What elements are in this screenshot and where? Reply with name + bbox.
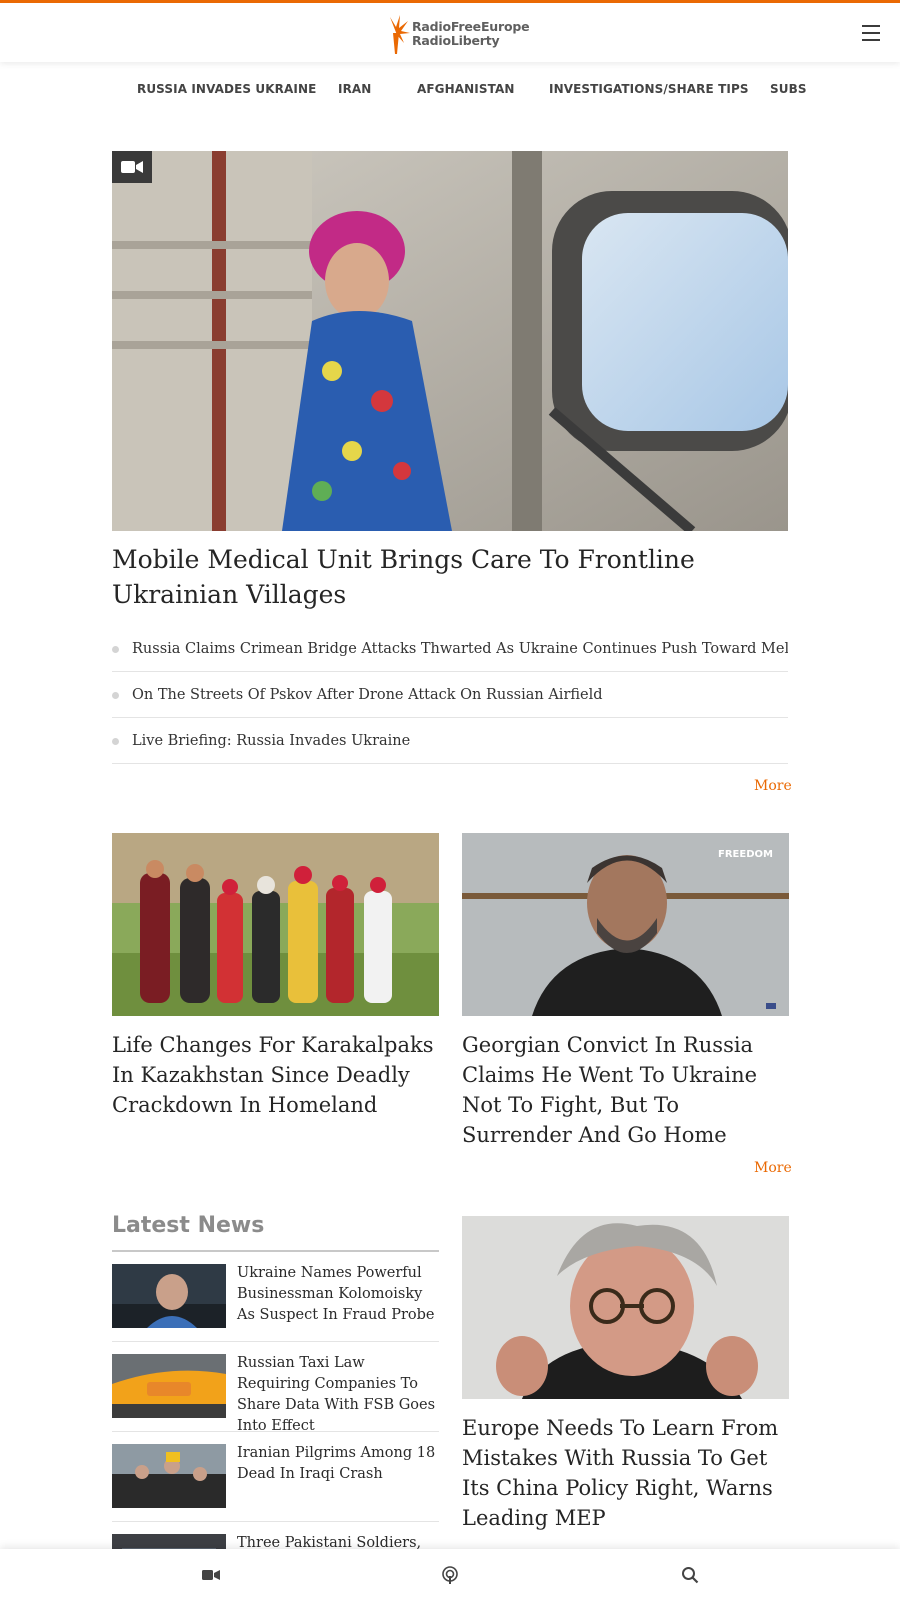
nav-item-russia-invades-ukraine[interactable]: RUSSIA INVADES UKRAINE (137, 82, 316, 96)
nav-item-subs[interactable]: SUBS (770, 82, 807, 96)
list-item[interactable]: Live Briefing: Russia Invades Ukraine (112, 718, 788, 764)
hamburger-icon[interactable] (862, 25, 880, 41)
podcast-icon[interactable] (439, 1564, 461, 1586)
news-thumbnail (112, 1264, 226, 1328)
video-camera-icon (112, 151, 152, 183)
video-camera-icon[interactable] (200, 1564, 222, 1586)
card-image[interactable] (112, 833, 439, 1016)
nav-item-iran[interactable]: IRAN (338, 82, 371, 96)
logo-line-1: RadioFreeEurope (412, 19, 530, 34)
list-item[interactable]: Ukraine Names Powerful Businessman Kolom… (112, 1252, 439, 1342)
torch-logo-icon (390, 15, 410, 54)
related-title: Russia Claims Crimean Bridge Attacks Thw… (132, 641, 788, 657)
related-title: Live Briefing: Russia Invades Ukraine (132, 733, 411, 749)
related-list: Russia Claims Crimean Bridge Attacks Thw… (112, 626, 788, 764)
news-thumbnail (112, 1354, 226, 1418)
related-title: On The Streets Of Pskov After Drone Atta… (132, 687, 603, 703)
logo-text: RadioFreeEurope RadioLiberty (412, 19, 530, 48)
card-title[interactable]: Life Changes For Karakalpaks In Kazakhst… (112, 1030, 439, 1120)
news-title: Ukraine Names Powerful Businessman Kolom… (237, 1265, 435, 1323)
bullet-icon (112, 646, 119, 653)
more-link[interactable]: More (754, 1160, 792, 1176)
nav-item-afghanistan[interactable]: AFGHANISTAN (417, 82, 515, 96)
news-title: Iranian Pilgrims Among 18 Dead In Iraqi … (237, 1445, 436, 1482)
section-heading[interactable]: Latest News (112, 1213, 264, 1238)
bullet-icon (112, 692, 119, 699)
site-logo[interactable]: RadioFreeEurope RadioLiberty (382, 13, 530, 55)
list-item[interactable]: Russian Taxi Law Requiring Companies To … (112, 1342, 439, 1434)
list-item[interactable]: On The Streets Of Pskov After Drone Atta… (112, 672, 788, 718)
news-thumbnail (112, 1444, 226, 1508)
top-bar: RadioFreeEurope RadioLiberty (0, 0, 900, 62)
more-link[interactable]: More (754, 778, 792, 794)
card-title[interactable]: Georgian Convict In Russia Claims He Wen… (462, 1030, 789, 1150)
nav-item-investigations[interactable]: INVESTIGATIONS/SHARE TIPS (549, 82, 749, 96)
news-title: Russian Taxi Law Requiring Companies To … (237, 1355, 436, 1434)
hero-title[interactable]: Mobile Medical Unit Brings Care To Front… (112, 542, 792, 612)
feature-title[interactable]: Europe Needs To Learn From Mistakes With… (462, 1413, 789, 1533)
section-nav: RUSSIA INVADES UKRAINE IRAN AFGHANISTAN … (0, 62, 900, 118)
bottom-bar (0, 1549, 900, 1600)
search-icon[interactable] (679, 1564, 701, 1586)
list-item[interactable]: Russia Claims Crimean Bridge Attacks Thw… (112, 626, 788, 672)
bullet-icon (112, 738, 119, 745)
list-item[interactable]: Iranian Pilgrims Among 18 Dead In Iraqi … (112, 1432, 439, 1522)
hero-image[interactable] (112, 151, 788, 531)
logo-line-2: RadioLiberty (412, 33, 500, 48)
freedom-watermark: FREEDOM (718, 849, 773, 860)
feature-image[interactable] (462, 1216, 789, 1399)
card-image[interactable]: FREEDOM (462, 833, 789, 1016)
